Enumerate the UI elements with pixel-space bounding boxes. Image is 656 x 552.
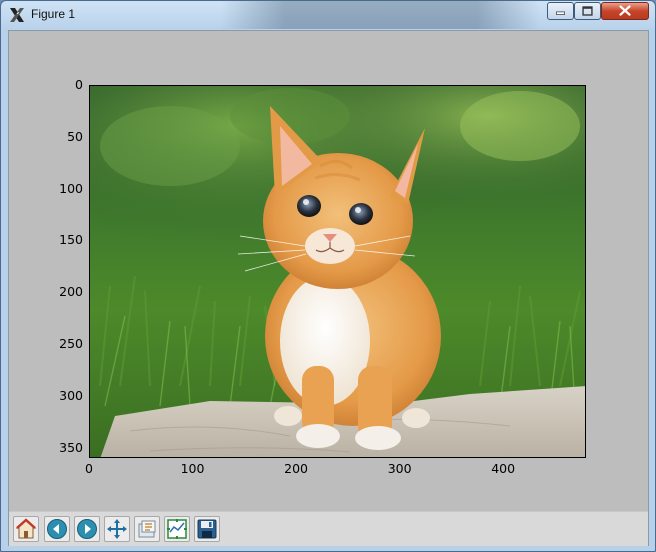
save-button[interactable] <box>194 516 220 542</box>
x-logo-icon <box>10 8 24 22</box>
figure-window: Figure 1 0 50 100 150 200 250 300 350 0 100 200 30… <box>0 0 656 552</box>
home-button[interactable] <box>13 516 39 542</box>
zoom-icon <box>138 520 156 538</box>
close-button[interactable] <box>601 2 649 20</box>
y-tick-label: 300 <box>59 387 83 403</box>
title-bar[interactable]: Figure 1 <box>1 1 655 29</box>
home-icon <box>15 518 37 539</box>
forward-button[interactable] <box>74 516 100 542</box>
y-tick-label: 200 <box>59 284 83 300</box>
pan-icon <box>107 519 127 539</box>
x-tick-label: 300 <box>387 461 412 476</box>
x-tick-label: 0 <box>85 461 93 476</box>
y-tick-label: 150 <box>59 232 83 248</box>
pan-button[interactable] <box>104 516 130 542</box>
x-tick-label: 200 <box>284 461 309 476</box>
back-arrow-icon <box>47 519 67 539</box>
y-tick-label: 250 <box>59 336 83 352</box>
back-button[interactable] <box>44 516 70 542</box>
y-tick-label: 100 <box>59 180 83 196</box>
image-axes[interactable] <box>89 85 586 458</box>
zoom-button[interactable] <box>134 516 160 542</box>
figure-canvas[interactable]: 0 50 100 150 200 250 300 350 0 100 200 300 400 <box>8 30 649 546</box>
background-window-blur <box>221 1 541 29</box>
maximize-button[interactable] <box>574 2 601 20</box>
x-tick-label: 100 <box>180 461 205 476</box>
maximize-icon <box>582 6 593 16</box>
save-icon <box>197 519 217 539</box>
close-icon <box>619 5 631 16</box>
x-tick-label: 400 <box>491 461 516 476</box>
y-tick-label: 350 <box>59 439 83 455</box>
subplots-icon <box>167 519 187 539</box>
navigation-toolbar <box>9 511 648 546</box>
forward-arrow-icon <box>77 519 97 539</box>
kitten-image <box>90 86 585 457</box>
configure-subplots-button[interactable] <box>164 516 190 542</box>
window-title: Figure 1 <box>31 7 76 21</box>
y-tick-label: 50 <box>67 128 83 144</box>
plot-area: 0 50 100 150 200 250 300 350 0 100 200 300 400 <box>9 31 648 511</box>
minimize-icon <box>556 11 565 15</box>
minimize-button[interactable] <box>547 2 574 20</box>
y-tick-label: 0 <box>75 77 83 92</box>
